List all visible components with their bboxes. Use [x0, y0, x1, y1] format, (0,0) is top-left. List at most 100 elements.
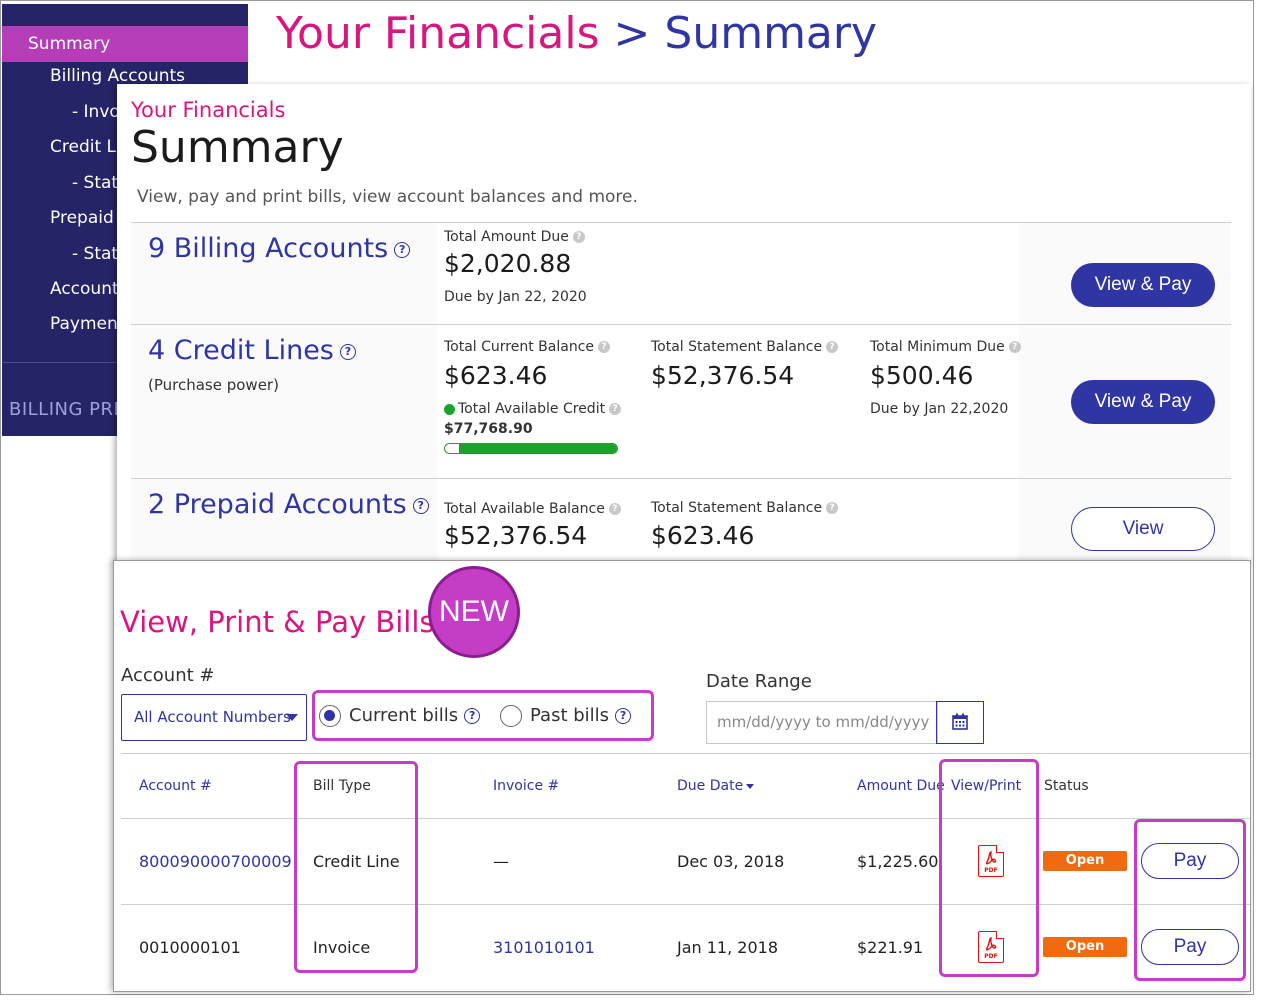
view-print-highlight	[939, 759, 1039, 977]
invoice-number-link[interactable]: 3101010101	[493, 938, 595, 957]
available-credit-progress-bar	[444, 443, 618, 454]
sidebar-item-summary[interactable]: Summary	[2, 26, 248, 62]
help-icon[interactable]: ?	[598, 341, 611, 353]
billing-due-by: Due by Jan 22, 2020	[444, 289, 587, 305]
breadcrumb-summary: Summary	[664, 8, 878, 59]
amount-due-cell: $221.91	[857, 938, 924, 957]
help-icon[interactable]: ?	[826, 502, 839, 514]
bill-period-radio-group: Current bills? Past bills?	[312, 690, 654, 741]
help-icon[interactable]: ?	[826, 341, 839, 353]
credit-lines-title[interactable]: 4 Credit Lines?	[148, 335, 356, 366]
total-statement-balance-label-text: Total Statement Balance	[651, 339, 823, 355]
column-header-due-date[interactable]: Due Date	[677, 778, 755, 794]
available-credit-dot-icon	[444, 403, 455, 415]
help-icon[interactable]: ?	[1008, 341, 1021, 353]
total-minimum-due-label: Total Minimum Due?	[870, 339, 1021, 355]
column-header-invoice[interactable]: Invoice #	[493, 778, 559, 794]
prepaid-statement-balance-label: Total Statement Balance?	[651, 500, 839, 516]
past-bills-radio[interactable]: Past bills?	[500, 705, 632, 727]
status-badge: Open	[1043, 851, 1127, 871]
chevron-down-icon	[286, 714, 298, 721]
help-icon[interactable]: ?	[572, 231, 585, 243]
current-bills-label: Current bills	[349, 705, 459, 726]
summary-eyebrow: Your Financials	[131, 98, 286, 122]
calendar-button[interactable]	[936, 701, 984, 744]
current-bills-radio[interactable]: Current bills?	[319, 705, 481, 727]
credit-view-pay-button[interactable]: View & Pay	[1071, 380, 1215, 424]
help-icon[interactable]: ?	[608, 503, 621, 515]
total-statement-balance-label: Total Statement Balance?	[651, 339, 839, 355]
amount-due-cell: $1,225.60	[857, 852, 939, 871]
prepaid-statement-balance-value: $623.46	[651, 521, 755, 550]
total-current-balance-label-text: Total Current Balance	[444, 339, 595, 355]
total-available-credit-value: $77,768.90	[444, 421, 533, 437]
total-statement-balance-value: $52,376.54	[651, 361, 795, 390]
bill-type-highlight	[294, 761, 418, 973]
total-current-balance-label: Total Current Balance?	[444, 339, 611, 355]
table-row: 0010000101 Invoice 3101010101 Jan 11, 20…	[121, 904, 1250, 990]
prepaid-view-button[interactable]: View	[1071, 507, 1215, 551]
prepaid-accounts-row: 2 Prepaid Accounts? Total Available Bala…	[131, 478, 1231, 564]
account-number-select[interactable]: All Account Numbers	[121, 694, 307, 741]
summary-title: Summary	[131, 122, 344, 173]
total-available-credit-label: Total Available Credit?	[444, 401, 622, 417]
radio-selected-icon	[319, 705, 341, 727]
sidebar-footer-text: BILLING PRE	[9, 399, 126, 420]
bills-title: View, Print & Pay Bills	[120, 605, 435, 639]
total-available-balance-label-text: Total Available Balance	[444, 501, 605, 517]
credit-metrics: Total Current Balance? $623.46 Total Ava…	[438, 325, 1021, 478]
sidebar-item-payment[interactable]: Payment	[50, 314, 124, 334]
column-header-account[interactable]: Account #	[139, 778, 212, 794]
bills-table: Account # Bill Type Invoice # Due Date A…	[121, 753, 1250, 991]
page-breadcrumb: Your Financials > Summary	[276, 8, 877, 59]
status-badge: Open	[1043, 937, 1127, 957]
help-icon[interactable]: ?	[464, 708, 481, 724]
breadcrumb-your-financials[interactable]: Your Financials	[276, 8, 600, 59]
credit-minimum-due-by: Due by Jan 22,2020	[870, 401, 1009, 417]
sidebar-item-billing-accounts[interactable]: Billing Accounts	[50, 66, 185, 86]
summary-subtitle: View, pay and print bills, view account …	[137, 187, 638, 207]
breadcrumb-separator: >	[613, 8, 651, 59]
help-icon[interactable]: ?	[615, 708, 632, 724]
credit-lines-row: 4 Credit Lines? (Purchase power) Total C…	[131, 324, 1231, 478]
help-icon[interactable]: ?	[412, 497, 429, 514]
sidebar-item-account[interactable]: Account	[50, 279, 119, 299]
billing-accounts-title[interactable]: 9 Billing Accounts?	[148, 233, 411, 264]
total-available-balance-value: $52,376.54	[444, 521, 588, 550]
due-date-cell: Dec 03, 2018	[677, 852, 785, 871]
billing-view-pay-button[interactable]: View & Pay	[1071, 263, 1215, 307]
total-available-balance-label: Total Available Balance?	[444, 501, 621, 517]
help-icon[interactable]: ?	[609, 403, 622, 415]
calendar-icon	[952, 713, 968, 730]
account-number-link[interactable]: 800090000700009	[139, 852, 292, 871]
account-number-select-value: All Account Numbers	[134, 708, 291, 726]
sidebar-item-credit-lines[interactable]: Credit Li	[50, 137, 121, 157]
prepaid-accounts-title[interactable]: 2 Prepaid Accounts?	[148, 489, 429, 520]
sort-down-icon	[746, 783, 755, 789]
total-amount-due-value: $2,020.88	[444, 249, 572, 278]
prepaid-metrics: Total Available Balance? $52,376.54 Tota…	[438, 479, 1018, 564]
sidebar-item-invoices[interactable]: - Invo	[72, 102, 120, 122]
total-amount-due-label: Total Amount Due?	[444, 229, 585, 245]
total-amount-due-label-text: Total Amount Due	[444, 229, 569, 245]
account-number-label: Account #	[121, 665, 215, 686]
help-icon[interactable]: ?	[394, 241, 411, 258]
total-current-balance-value: $623.46	[444, 361, 548, 390]
due-date-cell: Jan 11, 2018	[677, 938, 778, 957]
column-header-amount-due[interactable]: Amount Due	[857, 778, 945, 794]
invoice-cell: —	[493, 852, 509, 871]
prepaid-accounts-title-text: 2 Prepaid Accounts	[148, 489, 407, 520]
credit-lines-title-text: 4 Credit Lines	[148, 335, 334, 366]
radio-unselected-icon	[500, 705, 522, 727]
prepaid-statement-balance-label-text: Total Statement Balance	[651, 500, 823, 516]
billing-accounts-row: 9 Billing Accounts? Total Amount Due? $2…	[131, 222, 1231, 324]
help-icon[interactable]: ?	[339, 343, 356, 360]
past-bills-label: Past bills	[530, 705, 610, 726]
account-number-cell: 0010000101	[139, 938, 241, 957]
total-minimum-due-value: $500.46	[870, 361, 974, 390]
credit-lines-subtitle: (Purchase power)	[148, 376, 279, 394]
column-header-status[interactable]: Status	[1044, 778, 1089, 794]
new-badge: NEW	[428, 566, 520, 658]
total-minimum-due-label-text: Total Minimum Due	[870, 339, 1005, 355]
date-range-input[interactable]: mm/dd/yyyy to mm/dd/yyyy	[706, 701, 938, 744]
